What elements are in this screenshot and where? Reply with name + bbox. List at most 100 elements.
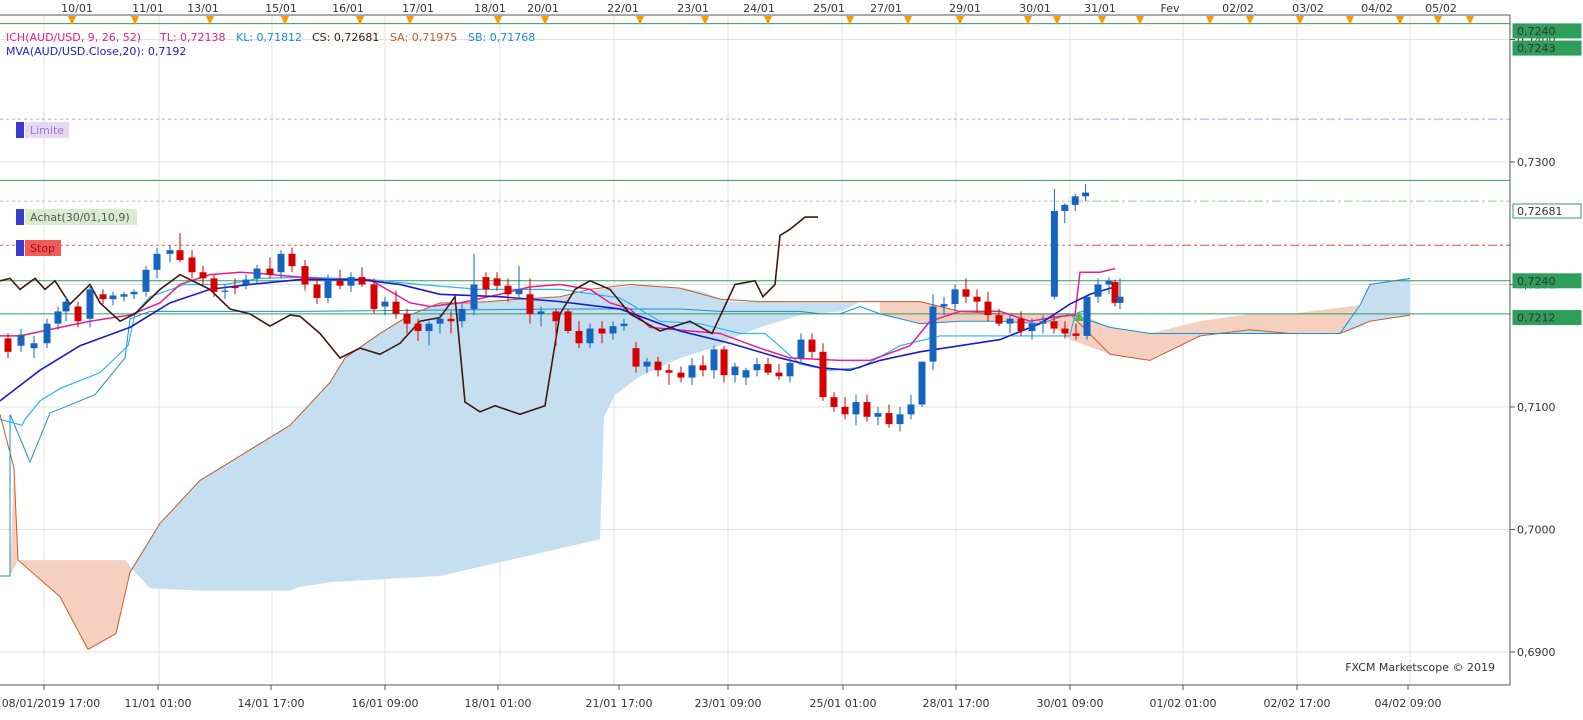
candle-body[interactable] (586, 328, 594, 344)
candle-body[interactable] (188, 257, 196, 273)
candle[interactable] (819, 343, 827, 401)
candle-body[interactable] (120, 294, 128, 297)
buy-order-tag[interactable]: Achat(30/01,10,9) (16, 209, 137, 225)
candle-body[interactable] (1050, 321, 1058, 329)
candle-body[interactable] (458, 308, 466, 322)
limit-order-tag[interactable]: Limite (16, 122, 69, 138)
candle[interactable] (918, 361, 926, 407)
candle-body[interactable] (199, 272, 207, 279)
candle-body[interactable] (381, 301, 389, 307)
candle-body[interactable] (819, 351, 827, 398)
candle-body[interactable] (447, 318, 455, 322)
candle-body[interactable] (231, 286, 239, 289)
candle-body[interactable] (210, 278, 218, 292)
candle-body[interactable] (336, 280, 344, 286)
candle-body[interactable] (797, 339, 805, 358)
candle[interactable] (564, 308, 572, 334)
candle-body[interactable] (1017, 318, 1025, 332)
candle-body[interactable] (742, 370, 750, 378)
candle-body[interactable] (1039, 321, 1047, 324)
candle[interactable] (1083, 296, 1091, 340)
stop-order-tag[interactable]: Stop (16, 240, 61, 256)
candle-body[interactable] (929, 306, 937, 362)
candle-body[interactable] (620, 323, 628, 327)
candle-body[interactable] (403, 313, 411, 324)
candle-body[interactable] (598, 328, 606, 334)
candle-body[interactable] (731, 366, 739, 376)
candle-body[interactable] (425, 323, 433, 332)
candle-body[interactable] (99, 294, 107, 300)
candle-body[interactable] (1061, 328, 1069, 334)
candle-body[interactable] (918, 361, 926, 405)
candle-body[interactable] (984, 301, 992, 316)
candle-body[interactable] (665, 370, 673, 373)
stop-tag-handle[interactable] (16, 240, 24, 256)
candle-body[interactable] (677, 372, 685, 378)
candle-body[interactable] (166, 250, 174, 254)
candle-body[interactable] (526, 294, 534, 314)
candle-body[interactable] (699, 365, 707, 371)
candle-body[interactable] (301, 266, 309, 285)
candle-body[interactable] (288, 253, 296, 267)
candle-body[interactable] (504, 285, 512, 295)
candle-body[interactable] (470, 284, 478, 309)
candle-body[interactable] (885, 413, 893, 425)
candle-body[interactable] (62, 301, 70, 312)
candle-body[interactable] (277, 253, 285, 273)
candle-body[interactable] (414, 323, 422, 332)
candle-body[interactable] (907, 404, 915, 415)
candle-body[interactable] (30, 343, 38, 349)
candle-body[interactable] (221, 290, 229, 292)
candle-body[interactable] (654, 361, 662, 371)
candle-body[interactable] (775, 372, 783, 377)
candle-body[interactable] (17, 334, 25, 346)
buy-tag-handle[interactable] (16, 209, 24, 225)
candle-body[interactable] (130, 291, 138, 295)
candle-body[interactable] (786, 362, 794, 377)
candle-body[interactable] (753, 364, 761, 371)
candle-body[interactable] (1072, 333, 1080, 336)
candle-body[interactable] (436, 318, 444, 324)
candle-body[interactable] (242, 279, 250, 285)
candle-body[interactable] (43, 323, 51, 344)
candle-body[interactable] (720, 349, 728, 376)
candle-body[interactable] (643, 361, 651, 367)
candle-body[interactable] (609, 326, 617, 334)
candle-body[interactable] (1028, 323, 1036, 332)
candle-body[interactable] (863, 402, 871, 417)
candle-body[interactable] (74, 306, 82, 322)
candle-body[interactable] (54, 311, 62, 324)
candle-body[interactable] (1061, 204, 1069, 211)
candle-body[interactable] (951, 289, 959, 305)
candle-body[interactable] (1116, 296, 1124, 303)
candle-body[interactable] (266, 268, 274, 275)
candle-body[interactable] (896, 414, 904, 425)
candle-body[interactable] (313, 284, 321, 298)
candle-body[interactable] (841, 406, 849, 415)
candle-body[interactable] (347, 277, 355, 286)
candle-body[interactable] (370, 284, 378, 309)
candle-body[interactable] (552, 311, 560, 322)
candle-body[interactable] (493, 278, 501, 286)
candle-body[interactable] (874, 413, 882, 417)
candle-body[interactable] (995, 315, 1003, 324)
candle-body[interactable] (1071, 196, 1079, 205)
candle-body[interactable] (1105, 280, 1113, 285)
candle-body[interactable] (1050, 210, 1058, 297)
candle-body[interactable] (482, 277, 490, 290)
candle-body[interactable] (808, 339, 816, 352)
candle-body[interactable] (358, 277, 366, 285)
ichimoku-chart[interactable]: 10/01 11/01 13/01 15/01 16/01 17/01 18/01 20/01… (0, 0, 1583, 720)
candle-body[interactable] (1094, 284, 1102, 297)
candle-body[interactable] (324, 280, 332, 298)
candle-body[interactable] (392, 301, 400, 314)
candle-body[interactable] (86, 289, 94, 319)
limit-tag-handle[interactable] (16, 122, 24, 138)
candle-body[interactable] (1083, 296, 1091, 336)
candle-body[interactable] (515, 289, 523, 295)
candle-body[interactable] (710, 349, 718, 371)
candle-body[interactable] (253, 268, 261, 279)
candle-body[interactable] (632, 348, 640, 367)
candle-body[interactable] (537, 311, 545, 314)
candle-body[interactable] (142, 269, 150, 292)
